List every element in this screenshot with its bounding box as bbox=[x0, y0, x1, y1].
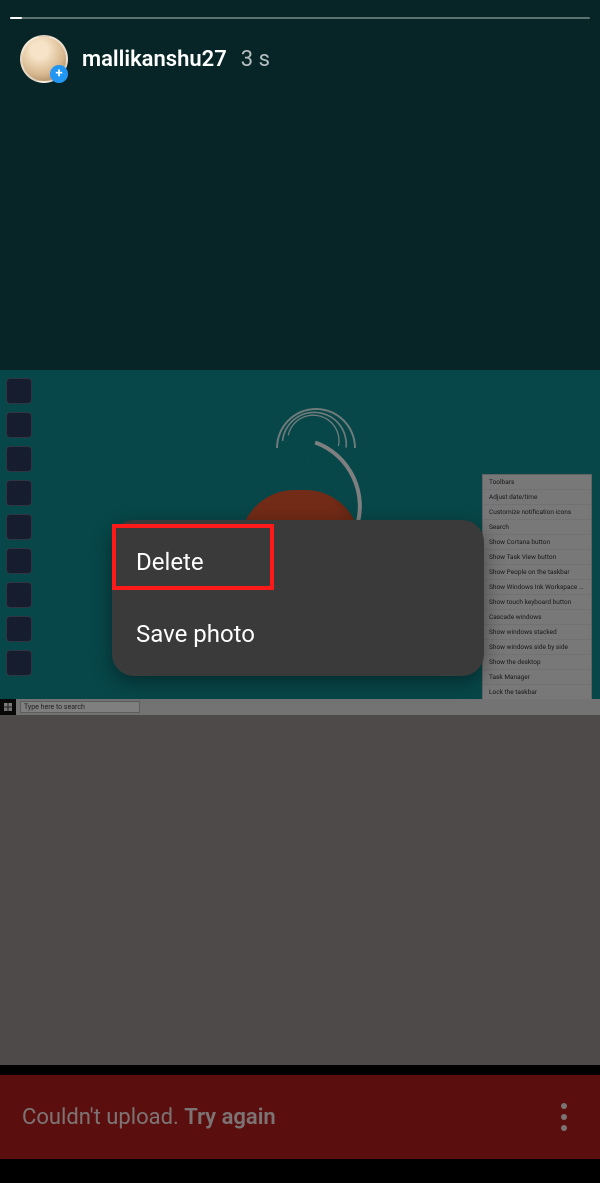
desktop-icon bbox=[6, 412, 32, 438]
desktop-icon bbox=[6, 446, 32, 472]
avatar[interactable]: + bbox=[20, 35, 68, 83]
story-progress-track bbox=[10, 17, 590, 19]
desktop-icon bbox=[6, 616, 32, 642]
delete-option[interactable]: Delete bbox=[112, 526, 484, 598]
ctx-item: Show People on the taskbar bbox=[483, 565, 591, 580]
story-progress-fill bbox=[10, 17, 22, 19]
more-options-icon[interactable] bbox=[550, 1103, 578, 1131]
ctx-item: Show windows stacked bbox=[483, 625, 591, 640]
ctx-item: Toolbars bbox=[483, 475, 591, 490]
desktop-icon bbox=[6, 548, 32, 574]
desktop-icon bbox=[6, 378, 32, 404]
windows-taskbar: Type here to search bbox=[0, 699, 600, 715]
taskbar-context-menu: Toolbars Adjust date/time Customize noti… bbox=[482, 474, 592, 715]
story-header: + mallikanshu27 3 s bbox=[20, 32, 580, 86]
story-timestamp: 3 s bbox=[241, 47, 270, 72]
error-prefix: Couldn't upload. bbox=[22, 1105, 184, 1130]
save-photo-option[interactable]: Save photo bbox=[112, 598, 484, 670]
add-story-plus-icon[interactable]: + bbox=[50, 65, 68, 83]
upload-error-bar[interactable]: Couldn't upload. Try again bbox=[0, 1075, 600, 1159]
ctx-item: Cascade windows bbox=[483, 610, 591, 625]
ctx-item: Show touch keyboard button bbox=[483, 595, 591, 610]
story-viewer: Toolbars Adjust date/time Customize noti… bbox=[0, 0, 600, 1183]
desktop-icon bbox=[6, 480, 32, 506]
upload-error-text: Couldn't upload. Try again bbox=[22, 1105, 276, 1130]
ctx-item: Show Cortana button bbox=[483, 535, 591, 550]
story-action-sheet: Delete Save photo bbox=[112, 520, 484, 676]
ctx-item: Show windows side by side bbox=[483, 640, 591, 655]
windows-start-icon bbox=[0, 699, 16, 715]
story-background-bottom bbox=[0, 715, 600, 1065]
desktop-icon bbox=[6, 582, 32, 608]
story-username[interactable]: mallikanshu27 bbox=[82, 47, 227, 72]
ctx-item: Customize notification icons bbox=[483, 505, 591, 520]
try-again-link[interactable]: Try again bbox=[184, 1105, 275, 1130]
ctx-item: Search bbox=[483, 520, 591, 535]
desktop-icons-column bbox=[6, 378, 32, 676]
ctx-item: Task Manager bbox=[483, 670, 591, 685]
ctx-item: Show Windows Ink Workspace button bbox=[483, 580, 591, 595]
ctx-item: Adjust date/time bbox=[483, 490, 591, 505]
taskbar-search: Type here to search bbox=[20, 701, 140, 713]
nav-bar-area bbox=[0, 1159, 600, 1183]
desktop-icon bbox=[6, 650, 32, 676]
taskbar-search-placeholder: Type here to search bbox=[24, 703, 85, 711]
ctx-item: Show the desktop bbox=[483, 655, 591, 670]
desktop-icon bbox=[6, 514, 32, 540]
ctx-item: Show Task View button bbox=[483, 550, 591, 565]
ctx-item: Lock the taskbar bbox=[483, 685, 591, 700]
